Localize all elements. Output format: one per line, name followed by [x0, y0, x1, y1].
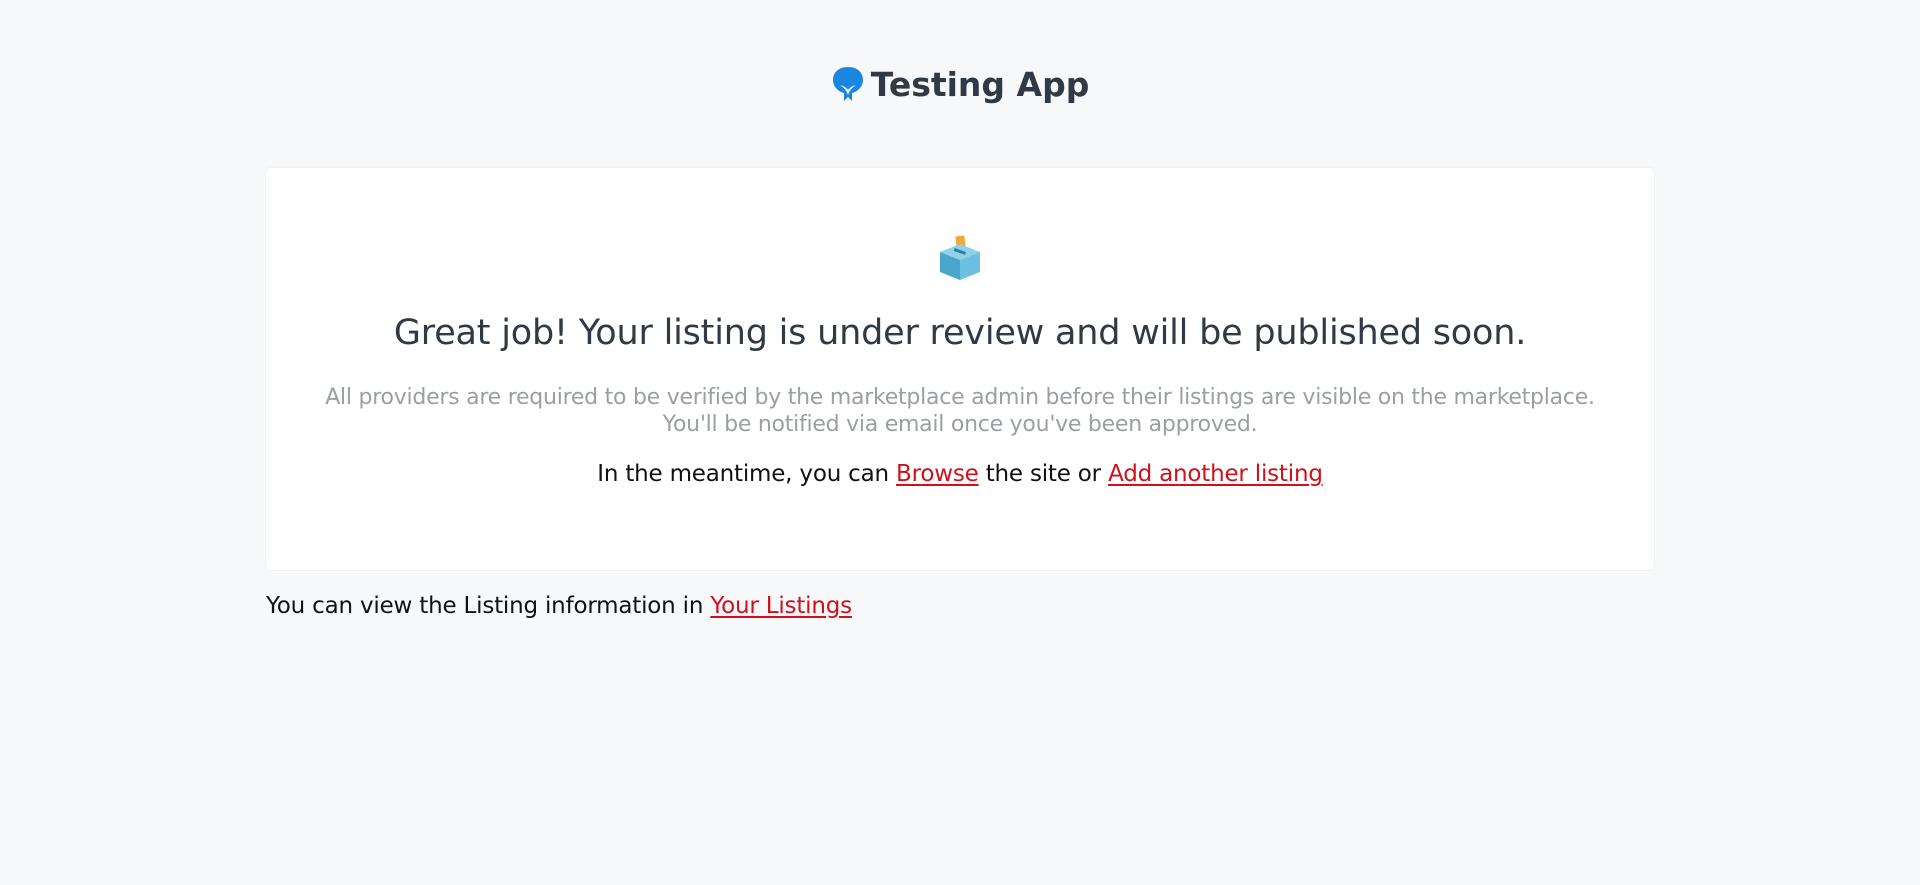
add-another-listing-link[interactable]: Add another listing — [1108, 461, 1323, 487]
app-logo-icon — [831, 65, 865, 103]
listing-info-text: You can view the Listing information in — [266, 593, 704, 619]
review-status-card: Great job! Your listing is under review … — [266, 168, 1654, 570]
brand-logo-link[interactable]: Testing App — [831, 64, 1090, 104]
success-headline: Great job! Your listing is under review … — [393, 313, 1527, 353]
verification-note: All providers are required to be verifie… — [266, 384, 1654, 438]
your-listings-link[interactable]: Your Listings — [710, 593, 852, 619]
listing-info-line: You can view the Listing information in … — [266, 591, 1266, 621]
site-header: Testing App — [0, 62, 1920, 106]
verification-note-line1: All providers are required to be verifie… — [325, 385, 1595, 410]
verification-note-line2: You'll be notified via email once you've… — [662, 412, 1258, 437]
meantime-actions: In the meantime, you can Browse the site… — [266, 459, 1654, 489]
ballot-box-icon — [936, 232, 984, 282]
browse-link[interactable]: Browse — [896, 461, 979, 487]
meantime-prefix: In the meantime, you can — [597, 461, 889, 487]
brand-name: Testing App — [870, 64, 1090, 104]
meantime-middle: the site or — [985, 461, 1101, 487]
